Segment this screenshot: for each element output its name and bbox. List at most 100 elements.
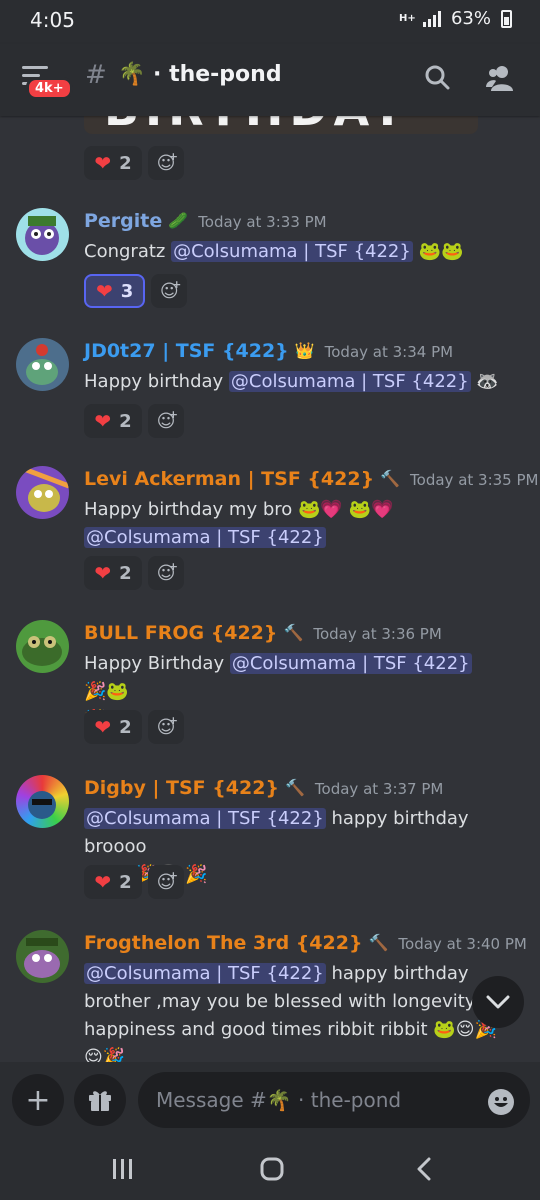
reaction-count: 2 (119, 716, 132, 738)
relieved-emoji-icon: 😌🎉 (84, 1047, 126, 1062)
gift-button[interactable] (74, 1074, 126, 1126)
author-name[interactable]: Digby | TSF {422} (84, 777, 279, 799)
user-mention[interactable]: @Colsumama | TSF {422} (84, 527, 326, 548)
reaction-heart[interactable]: ❤ 2 (84, 146, 142, 180)
author-name[interactable]: Frogthelon The 3rd {422} (84, 932, 363, 954)
message-author[interactable]: Pergite 🥒 Today at 3:33 PM (84, 210, 327, 232)
author-name[interactable]: Levi Ackerman | TSF {422} (84, 468, 374, 490)
role-badge-icon: 🥒 (168, 211, 189, 230)
network-type-icon: H+ (398, 13, 416, 24)
heart-icon: ❤ (96, 279, 113, 303)
attachment-image-text: BIRTHDAY (104, 116, 410, 134)
reaction-count: 2 (119, 152, 132, 174)
home-icon (260, 1157, 284, 1181)
recents-icon (113, 1159, 132, 1179)
status-time: 4:05 (30, 8, 75, 32)
battery-percent: 63% (450, 8, 491, 29)
heart-icon: ❤ (94, 409, 112, 433)
frog-heart-emoji-icon: 🐸💗 🐸💗 (298, 499, 394, 520)
reaction-row: ❤ 2 ☺ + (84, 710, 184, 744)
reaction-heart[interactable]: ❤ 2 (84, 710, 142, 744)
heart-icon: ❤ (94, 715, 112, 739)
chevron-down-icon (486, 995, 510, 1009)
unread-badge: 4k+ (26, 77, 73, 100)
hammer-icon: 🔨 (380, 469, 401, 488)
avatar[interactable] (16, 338, 69, 391)
reaction-count: 2 (119, 410, 132, 432)
message-timestamp: Today at 3:35 PM (410, 471, 539, 489)
heart-icon: ❤ (94, 870, 112, 894)
add-reaction-button[interactable]: ☺ + (148, 865, 184, 899)
crown-icon: 👑 (294, 341, 315, 360)
signal-icon (422, 10, 441, 27)
status-indicators: H+ 63% (399, 8, 512, 29)
avatar[interactable] (16, 466, 69, 519)
add-reaction-button[interactable]: ☺ + (148, 404, 184, 438)
home-button[interactable] (252, 1152, 292, 1186)
add-reaction-button[interactable]: ☺ + (148, 556, 184, 590)
reaction-heart[interactable]: ❤ 2 (84, 404, 142, 438)
message-timestamp: Today at 3:33 PM (198, 213, 327, 231)
recents-button[interactable] (102, 1152, 142, 1186)
add-reaction-button[interactable]: ☺ + (148, 710, 184, 744)
message-composer: + (0, 1062, 540, 1138)
battery-icon (501, 9, 512, 28)
reaction-count: 2 (119, 871, 132, 893)
back-icon (417, 1157, 431, 1181)
search-icon[interactable] (424, 64, 450, 90)
reaction-row: ❤ 3 ☺ + (84, 274, 188, 308)
plus-icon: + (25, 1082, 51, 1118)
user-mention[interactable]: @Colsumama | TSF {422} (171, 241, 413, 262)
attachment-image[interactable]: BIRTHDAY (84, 116, 478, 134)
hammer-icon: 🔨 (368, 933, 389, 952)
message-content: @Colsumama | TSF {422} happy birthday br… (84, 960, 514, 1062)
reaction-count: 2 (119, 562, 132, 584)
reaction-row: ❤ 2 ☺ + (84, 865, 184, 899)
message-author[interactable]: Digby | TSF {422} 🔨 Today at 3:37 PM (84, 777, 443, 799)
user-mention[interactable]: @Colsumama | TSF {422} (229, 653, 472, 674)
status-bar: 4:05 H+ 63% (0, 0, 540, 44)
add-reaction-button[interactable]: ☺ + (148, 146, 184, 180)
message-author[interactable]: Frogthelon The 3rd {422} 🔨 Today at 3:40 P… (84, 932, 527, 954)
message-input[interactable] (138, 1072, 530, 1128)
user-mention[interactable]: @Colsumama | TSF {422} (228, 371, 471, 392)
scroll-to-bottom-button[interactable] (472, 976, 524, 1028)
avatar[interactable] (16, 620, 69, 673)
message-author[interactable]: BULL FROG {422} 🔨 Today at 3:36 PM (84, 622, 442, 644)
gift-icon (89, 1091, 111, 1111)
channel-title[interactable]: 🌴 · the-pond (118, 62, 282, 87)
emoji-icon (489, 1090, 513, 1114)
avatar[interactable] (16, 208, 69, 261)
heart-icon: ❤ (94, 151, 112, 175)
reaction-heart[interactable]: ❤ 3 (84, 274, 146, 308)
back-button[interactable] (404, 1152, 444, 1186)
reaction-row: ❤ 2 ☺ + (84, 556, 184, 590)
system-nav-bar (0, 1138, 540, 1200)
reaction-heart[interactable]: ❤ 2 (84, 865, 142, 899)
channel-header: 4k+ # 🌴 · the-pond (0, 44, 540, 116)
emoji-picker-button[interactable] (488, 1089, 514, 1115)
party-popper-icon: 🎉🐸 (84, 681, 129, 702)
message-timestamp: Today at 3:36 PM (313, 625, 442, 643)
message-timestamp: Today at 3:37 PM (314, 780, 444, 798)
message-content: Congratz @Colsumama | TSF {422} 🐸🐸 (84, 238, 514, 266)
user-mention[interactable]: @Colsumama | TSF {422} (84, 963, 326, 984)
avatar[interactable] (16, 775, 69, 828)
members-icon[interactable] (486, 65, 514, 91)
author-name[interactable]: Pergite (84, 210, 162, 232)
message-timestamp: Today at 3:34 PM (324, 343, 454, 361)
add-reaction-button[interactable]: ☺ + (151, 274, 188, 308)
reaction-heart[interactable]: ❤ 2 (84, 556, 142, 590)
add-attachment-button[interactable]: + (12, 1074, 64, 1126)
custom-emoji-icon: 🦝 (476, 371, 499, 392)
avatar[interactable] (16, 930, 69, 983)
message-author[interactable]: Levi Ackerman | TSF {422} 🔨 Today at 3:35 … (84, 468, 538, 490)
author-name[interactable]: BULL FROG {422} (84, 622, 277, 644)
message-list[interactable]: BIRTHDAY ❤ 2 ☺+ Pergite 🥒 Today at 3:33 PM… (0, 116, 540, 1062)
frog-emoji-icon: 🐸🐸 (418, 241, 464, 262)
user-mention[interactable]: @Colsumama | TSF {422} (84, 808, 326, 829)
message-content: Happy birthday my bro 🐸💗 🐸💗 @Colsumama |… (84, 496, 514, 552)
message-timestamp: Today at 3:40 PM (398, 935, 527, 953)
author-name[interactable]: JD0t27 | TSF {422} (84, 340, 289, 362)
message-author[interactable]: JD0t27 | TSF {422} 👑 Today at 3:34 PM (84, 340, 453, 362)
